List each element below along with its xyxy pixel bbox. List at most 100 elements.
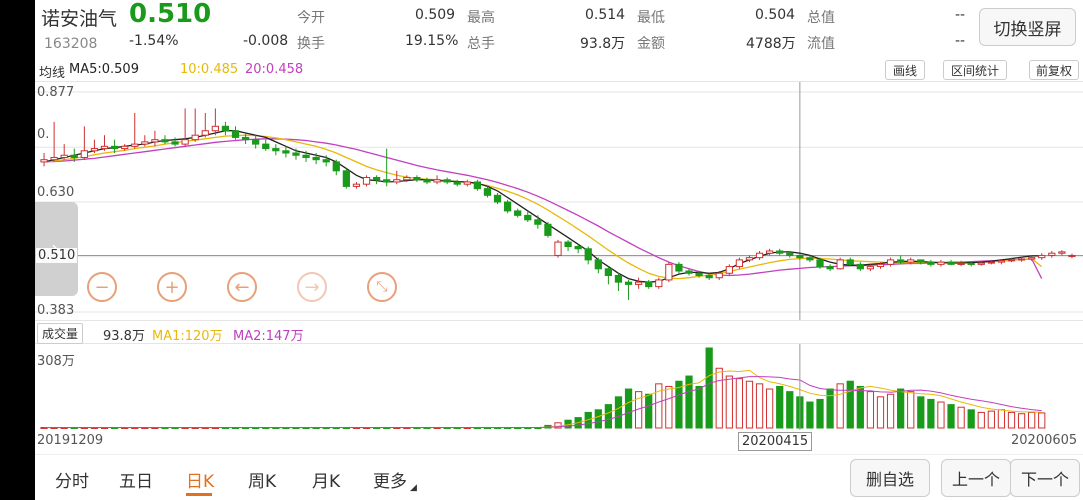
volume-axis-top: 308万 xyxy=(37,354,75,369)
price-axis-mid: 0.630 xyxy=(37,185,75,200)
date-start: 20191209 xyxy=(37,433,104,448)
candle-body xyxy=(987,261,995,264)
candle-body xyxy=(725,266,733,274)
bottom-toolbar: 分时 五日 日K 周K 月K 更多 ◢ 删自选 上一个 下一个 xyxy=(35,454,1083,500)
volume-bar xyxy=(897,388,905,429)
volume-chart[interactable] xyxy=(35,344,1083,430)
candle-body xyxy=(493,194,502,203)
date-axis: 20191209 20200605 xyxy=(35,430,1083,454)
candle-body xyxy=(453,181,461,185)
candle-body xyxy=(372,177,381,181)
candle-body xyxy=(292,152,300,156)
left-black-strip xyxy=(0,0,35,500)
next-button[interactable]: 下一个 xyxy=(1010,459,1080,497)
stat-label: 流值 xyxy=(807,36,835,52)
candle-body xyxy=(211,125,219,132)
volume-bar xyxy=(947,404,955,429)
candle-body xyxy=(413,177,421,181)
candle-body xyxy=(836,259,844,270)
candle-body xyxy=(856,263,864,270)
candle-body xyxy=(1068,254,1076,257)
volume-bar xyxy=(977,411,985,429)
ma5-value: MA5:0.509 xyxy=(69,62,139,77)
stat-value: -- xyxy=(955,7,966,23)
volume-bar xyxy=(645,393,653,429)
range-stats-button[interactable]: 区间统计 xyxy=(943,60,1007,80)
volume-value: 93.8万 xyxy=(103,329,145,344)
candle-body xyxy=(312,156,320,161)
switch-portrait-button[interactable]: 切换竖屏 xyxy=(979,8,1076,46)
candle-body xyxy=(423,179,431,183)
candle-body xyxy=(665,263,673,281)
volume-bar xyxy=(1038,412,1046,429)
tab-daily-k[interactable]: 日K xyxy=(186,467,214,492)
volume-bar xyxy=(806,401,814,429)
candlestick-chart[interactable] xyxy=(35,82,1083,320)
volume-bar xyxy=(997,409,1006,429)
fit-screen-icon[interactable]: ⤡ xyxy=(367,272,397,302)
tab-monthly-k[interactable]: 月K xyxy=(312,467,340,492)
volume-bar xyxy=(967,409,975,429)
volume-bar xyxy=(937,401,945,429)
candle-body xyxy=(282,150,290,154)
arrow-right-icon[interactable]: → xyxy=(297,272,327,302)
candle-body xyxy=(1048,252,1056,256)
stat-label: 总值 xyxy=(807,10,835,26)
tab-intraday[interactable]: 分时 xyxy=(55,467,89,492)
candle-body xyxy=(564,241,572,248)
candle-body xyxy=(705,274,713,279)
volume-legend-bar: 成交量 93.8万 MA1:120万 MA2:147万 xyxy=(35,320,1083,344)
candle-body xyxy=(776,250,784,254)
forward-adjust-button[interactable]: 前复权 xyxy=(1029,60,1079,80)
volume-bar xyxy=(766,388,774,429)
stat-label: 换手 xyxy=(297,36,325,52)
volume-bar xyxy=(735,378,744,429)
candle-body xyxy=(100,145,109,150)
candle-body xyxy=(594,259,602,270)
candle-body xyxy=(755,252,764,259)
price-axis-bottom: 0.383 xyxy=(37,303,75,318)
arrow-left-icon[interactable]: ← xyxy=(227,272,257,302)
candle-body xyxy=(947,261,955,265)
candle-body xyxy=(957,262,965,265)
candle-body xyxy=(917,259,925,263)
candle-body xyxy=(655,279,663,288)
vol-ma1: MA1:120万 xyxy=(152,329,223,344)
stat-value: 0.514 xyxy=(585,7,626,23)
candle-body xyxy=(534,219,542,225)
volume-label[interactable]: 成交量 xyxy=(37,323,84,344)
volume-bar xyxy=(705,347,713,429)
candle-body xyxy=(131,143,139,147)
tab-more[interactable]: 更多 xyxy=(373,467,407,492)
ma-legend-bar: 均线 MA5:0.509 10:0.485 20:0.458 画线 区间统计 前… xyxy=(35,58,1083,82)
volume-bar xyxy=(594,409,602,429)
price-axis-top: 0.877 xyxy=(37,85,75,100)
volume-bar xyxy=(886,393,895,429)
candle-body xyxy=(191,134,199,141)
stat-label: 总手 xyxy=(467,36,495,52)
candle-body xyxy=(483,188,492,196)
candle-body xyxy=(574,246,582,250)
candle-body xyxy=(60,154,68,158)
candle-body xyxy=(766,250,774,254)
previous-button[interactable]: 上一个 xyxy=(941,459,1011,497)
candle-body xyxy=(735,259,744,268)
remove-watchlist-button[interactable]: 删自选 xyxy=(850,459,930,497)
draw-line-button[interactable]: 画线 xyxy=(885,60,925,80)
candle-body xyxy=(1038,254,1046,259)
candle-body xyxy=(514,210,522,216)
zoom-in-icon[interactable]: + xyxy=(157,272,187,302)
candle-body xyxy=(322,159,330,163)
candle-body xyxy=(252,139,260,145)
price-axis-upper: 0. xyxy=(37,127,50,142)
stat-label: 最低 xyxy=(637,10,665,26)
volume-bar xyxy=(866,391,875,429)
tab-weekly-k[interactable]: 周K xyxy=(248,467,276,492)
candle-body xyxy=(826,266,834,270)
stat-value: 93.8万 xyxy=(580,36,626,52)
volume-bar xyxy=(826,388,834,429)
tab-five-day[interactable]: 五日 xyxy=(119,467,153,492)
zoom-out-icon[interactable]: − xyxy=(87,272,117,302)
stock-code: 163208 xyxy=(44,36,98,52)
candle-body xyxy=(352,183,361,187)
